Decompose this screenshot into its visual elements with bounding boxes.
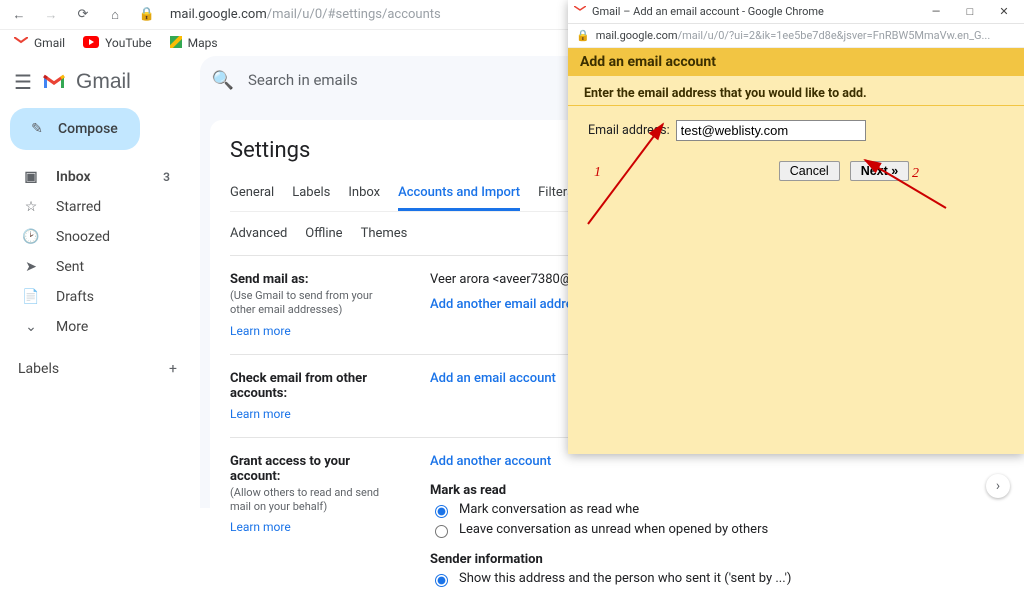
- radio-input[interactable]: [435, 505, 448, 518]
- pencil-icon: ✎: [28, 120, 46, 138]
- email-input[interactable]: [676, 120, 866, 141]
- popup-address-bar[interactable]: 🔒 mail.google.com/mail/u/0/?ui=2&ik=1ee5…: [568, 24, 1024, 48]
- inbox-icon: ▣: [22, 168, 40, 186]
- maps-icon: [170, 36, 182, 51]
- sidebar-item-label: More: [56, 319, 88, 335]
- lock-icon: 🔒: [576, 29, 590, 42]
- radio-label: Leave conversation as unread when opened…: [459, 522, 768, 537]
- email-label: Email address:: [588, 123, 670, 138]
- radio-leave-unread[interactable]: Leave conversation as unread when opened…: [430, 522, 791, 538]
- tab-accounts[interactable]: Accounts and Import: [398, 177, 520, 211]
- bookmark-label: YouTube: [105, 36, 152, 50]
- minimize-button[interactable]: —: [922, 5, 950, 18]
- compose-button[interactable]: ✎ Compose: [10, 108, 140, 150]
- file-icon: 📄: [22, 288, 40, 306]
- add-label-icon[interactable]: +: [164, 360, 182, 378]
- bookmark-gmail[interactable]: Gmail: [14, 36, 65, 50]
- radio-label: Show this address and the person who sen…: [459, 571, 791, 586]
- url-path: /mail/u/0/#settings/accounts: [267, 7, 441, 22]
- address-bar[interactable]: mail.google.com/mail/u/0/#settings/accou…: [170, 7, 441, 22]
- gmail-favicon-icon: [574, 5, 586, 18]
- tab-advanced[interactable]: Advanced: [230, 218, 287, 249]
- send-icon: ➤: [22, 258, 40, 276]
- reload-icon[interactable]: ⟳: [74, 6, 92, 24]
- section-desc: (Allow others to read and send mail on y…: [230, 486, 390, 515]
- url-host: mail.google.com: [596, 29, 678, 42]
- radio-input[interactable]: [435, 525, 448, 538]
- section-desc: (Use Gmail to send from your other email…: [230, 289, 390, 318]
- compose-label: Compose: [58, 121, 118, 137]
- sidebar-item-snoozed[interactable]: 🕑 Snoozed: [0, 222, 200, 252]
- home-icon[interactable]: ⌂: [106, 6, 124, 24]
- clock-icon: 🕑: [22, 228, 40, 246]
- tab-inbox[interactable]: Inbox: [348, 177, 380, 211]
- inbox-count: 3: [163, 170, 170, 184]
- section-title: Check email from other accounts:: [230, 371, 390, 401]
- section-title: Send mail as:: [230, 272, 390, 287]
- sidebar: ☰ Gmail ✎ Compose ▣ Inbox 3 ☆ Starred 🕑 …: [0, 56, 200, 508]
- learn-more-link[interactable]: Learn more: [230, 324, 390, 338]
- sidebar-item-drafts[interactable]: 📄 Drafts: [0, 282, 200, 312]
- sidebar-item-label: Drafts: [56, 289, 94, 305]
- mark-as-read-header: Mark as read: [430, 483, 791, 498]
- gmail-icon: [14, 36, 28, 50]
- labels-header: Labels: [18, 361, 59, 377]
- sidebar-item-label: Snoozed: [56, 229, 110, 245]
- sidebar-item-label: Starred: [56, 199, 101, 215]
- search-input[interactable]: Search in emails: [248, 71, 358, 89]
- menu-icon[interactable]: ☰: [14, 73, 32, 91]
- sender-info-header: Sender information: [430, 552, 791, 567]
- tab-offline[interactable]: Offline: [305, 218, 342, 249]
- sidebar-item-label: Inbox: [56, 169, 91, 185]
- url-path: /mail/u/0/?ui=2&ik=1ee5be7d8e&jsver=FnRB…: [678, 29, 991, 42]
- url-host: mail.google.com: [170, 7, 267, 22]
- radio-label: Mark conversation as read whe: [459, 502, 639, 517]
- sidebar-item-starred[interactable]: ☆ Starred: [0, 192, 200, 222]
- popup-window: Gmail – Add an email account - Google Ch…: [568, 0, 1024, 454]
- add-email-account-link[interactable]: Add an email account: [430, 371, 556, 386]
- radio-input[interactable]: [435, 574, 448, 587]
- annotation-label-2: 2: [912, 166, 919, 182]
- bookmark-label: Maps: [188, 36, 218, 50]
- radio-show-sender[interactable]: Show this address and the person who sen…: [430, 571, 791, 587]
- back-icon[interactable]: ←: [10, 6, 28, 24]
- maximize-button[interactable]: □: [956, 5, 984, 18]
- forward-icon[interactable]: →: [42, 6, 60, 24]
- annotation-label-1: 1: [594, 165, 601, 181]
- tab-themes[interactable]: Themes: [361, 218, 408, 249]
- star-icon: ☆: [22, 198, 40, 216]
- brand-text: Gmail: [76, 70, 131, 94]
- scroll-right-button[interactable]: ›: [986, 474, 1010, 498]
- search-icon[interactable]: 🔍: [214, 71, 232, 89]
- section-grant-access: Grant access to your account: (Allow oth…: [230, 438, 1018, 603]
- popup-title: Gmail – Add an email account - Google Ch…: [592, 5, 824, 18]
- cancel-button[interactable]: Cancel: [779, 161, 840, 181]
- sidebar-item-inbox[interactable]: ▣ Inbox 3: [0, 162, 200, 192]
- youtube-icon: [83, 36, 99, 51]
- sidebar-item-sent[interactable]: ➤ Sent: [0, 252, 200, 282]
- popup-subheading: Enter the email address that you would l…: [568, 76, 1024, 106]
- close-button[interactable]: ✕: [990, 5, 1018, 18]
- bookmark-label: Gmail: [34, 36, 65, 50]
- popup-heading: Add an email account: [568, 48, 1024, 76]
- sidebar-item-more[interactable]: ⌄ More: [0, 312, 200, 342]
- gmail-logo-icon: [42, 73, 66, 91]
- next-button[interactable]: Next »: [850, 161, 910, 181]
- lock-icon: 🔒: [138, 6, 156, 24]
- popup-titlebar: Gmail – Add an email account - Google Ch…: [568, 0, 1024, 24]
- learn-more-link[interactable]: Learn more: [230, 407, 390, 421]
- add-another-account-link[interactable]: Add another account: [430, 454, 791, 469]
- chevron-down-icon: ⌄: [22, 318, 40, 336]
- tab-general[interactable]: General: [230, 177, 274, 211]
- bookmark-youtube[interactable]: YouTube: [83, 36, 152, 51]
- section-title: Grant access to your account:: [230, 454, 390, 484]
- tab-labels[interactable]: Labels: [292, 177, 330, 211]
- sidebar-item-label: Sent: [56, 259, 84, 275]
- learn-more-link[interactable]: Learn more: [230, 520, 390, 534]
- bookmark-maps[interactable]: Maps: [170, 36, 218, 51]
- radio-mark-read[interactable]: Mark conversation as read whe: [430, 502, 791, 518]
